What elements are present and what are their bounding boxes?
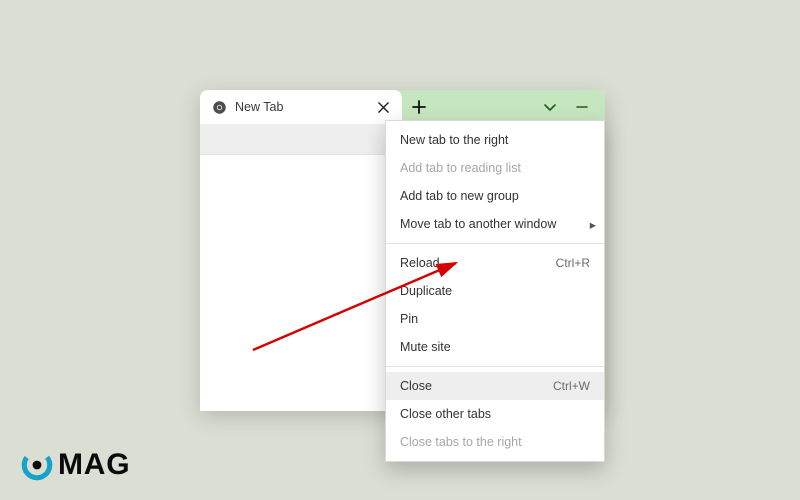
tab-context-menu: New tab to the right Add tab to reading l… bbox=[385, 120, 605, 462]
menu-item-add-tab-to-reading-list: Add tab to reading list bbox=[386, 154, 604, 182]
menu-item-label: Pin bbox=[400, 312, 590, 326]
menu-item-label: Close other tabs bbox=[400, 407, 590, 421]
menu-item-move-tab-to-another-window[interactable]: Move tab to another window▸ bbox=[386, 210, 604, 238]
menu-separator bbox=[386, 366, 604, 367]
submenu-caret-icon: ▸ bbox=[590, 217, 596, 232]
menu-item-label: Add tab to reading list bbox=[400, 161, 590, 175]
chevron-down-icon[interactable] bbox=[543, 100, 557, 114]
chrome-icon bbox=[212, 100, 227, 115]
menu-item-mute-site[interactable]: Mute site bbox=[386, 333, 604, 361]
logo-mark-icon bbox=[20, 448, 54, 482]
menu-item-label: Add tab to new group bbox=[400, 189, 590, 203]
tab-title: New Tab bbox=[235, 100, 366, 114]
close-tab-button[interactable] bbox=[374, 98, 392, 116]
menu-item-close-tabs-to-the-right: Close tabs to the right bbox=[386, 428, 604, 456]
tab-strip: New Tab bbox=[200, 90, 605, 124]
menu-item-new-tab-to-the-right[interactable]: New tab to the right bbox=[386, 126, 604, 154]
menu-item-label: Duplicate bbox=[400, 284, 590, 298]
menu-item-pin[interactable]: Pin bbox=[386, 305, 604, 333]
tab-strip-controls bbox=[543, 90, 605, 124]
active-tab[interactable]: New Tab bbox=[200, 90, 402, 124]
menu-item-duplicate[interactable]: Duplicate bbox=[386, 277, 604, 305]
browser-window: New Tab New tab to the right Add tab to r… bbox=[200, 90, 605, 410]
menu-item-close[interactable]: CloseCtrl+W bbox=[386, 372, 604, 400]
pcmag-logo: MAG bbox=[20, 448, 130, 482]
logo-text: MAG bbox=[58, 448, 130, 482]
new-tab-button[interactable] bbox=[402, 90, 436, 124]
menu-item-label: Move tab to another window bbox=[400, 217, 590, 231]
menu-item-add-tab-to-new-group[interactable]: Add tab to new group bbox=[386, 182, 604, 210]
menu-item-label: Mute site bbox=[400, 340, 590, 354]
menu-item-label: Reload bbox=[400, 256, 556, 270]
menu-item-shortcut: Ctrl+R bbox=[556, 256, 590, 270]
menu-item-label: New tab to the right bbox=[400, 133, 590, 147]
menu-separator bbox=[386, 243, 604, 244]
menu-item-shortcut: Ctrl+W bbox=[553, 379, 590, 393]
menu-item-reload[interactable]: ReloadCtrl+R bbox=[386, 249, 604, 277]
minimize-icon[interactable] bbox=[575, 100, 589, 114]
menu-item-label: Close tabs to the right bbox=[400, 435, 590, 449]
menu-item-label: Close bbox=[400, 379, 553, 393]
menu-item-close-other-tabs[interactable]: Close other tabs bbox=[386, 400, 604, 428]
